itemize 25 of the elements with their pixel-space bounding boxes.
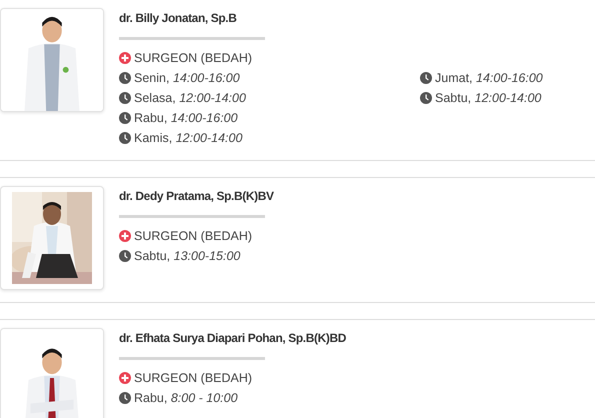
- medical-cross-icon: [119, 52, 131, 64]
- schedule-entry: Senin, 14:00-16:00: [134, 71, 240, 85]
- schedule-entry: Kamis, 12:00-14:00: [134, 131, 242, 145]
- clock-icon: [119, 112, 131, 124]
- clock-icon: [119, 250, 131, 262]
- clock-icon: [119, 392, 131, 404]
- doctor-name[interactable]: dr. Efhata Surya Diapari Pohan, Sp.B(K)BD: [119, 331, 420, 345]
- schedule-entry: Rabu, 14:00-16:00: [134, 111, 238, 125]
- schedule-entry: Selasa, 12:00-14:00: [134, 91, 246, 105]
- medical-cross-icon: [119, 372, 131, 384]
- doctor-name[interactable]: dr. Dedy Pratama, Sp.B(K)BV: [119, 189, 420, 203]
- clock-icon: [420, 92, 432, 104]
- clock-icon: [119, 72, 131, 84]
- doctor-name[interactable]: dr. Billy Jonatan, Sp.B: [119, 11, 543, 25]
- medical-cross-icon: [119, 230, 131, 242]
- schedule-entry: Rabu, 8:00 - 10:00: [134, 391, 238, 405]
- clock-icon: [119, 92, 131, 104]
- specialty-label: SURGEON (BEDAH): [134, 371, 252, 385]
- specialty-label: SURGEON (BEDAH): [134, 51, 252, 65]
- schedule-entry: Jumat, 14:00-16:00: [435, 71, 543, 85]
- schedule-entry: Sabtu, 12:00-14:00: [435, 91, 542, 105]
- schedule-entry: Sabtu, 13:00-15:00: [134, 249, 240, 263]
- specialty-label: SURGEON (BEDAH): [134, 229, 252, 243]
- clock-icon: [119, 132, 131, 144]
- clock-icon: [420, 72, 432, 84]
